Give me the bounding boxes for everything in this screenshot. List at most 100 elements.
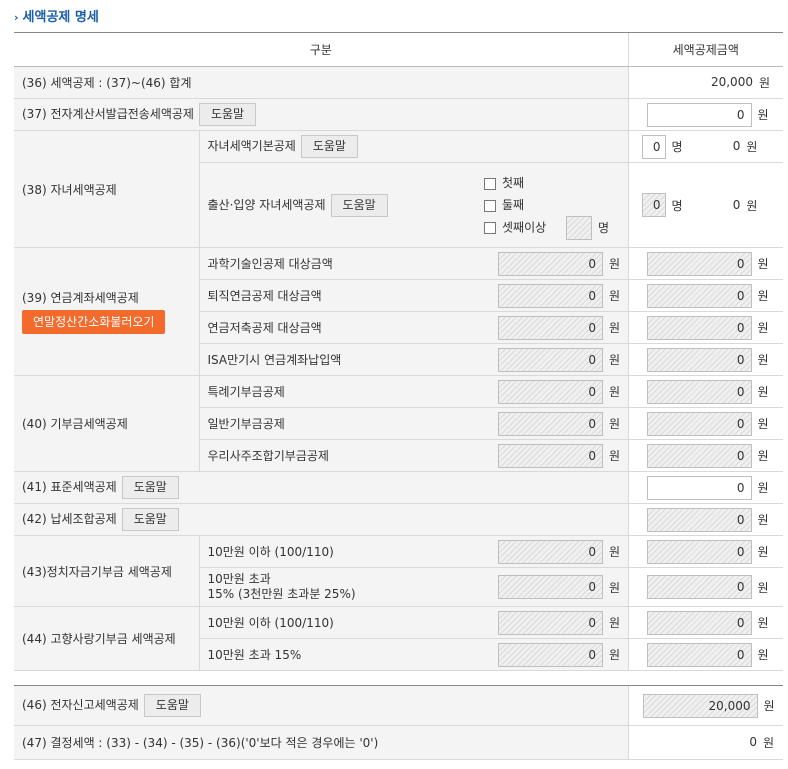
checkbox-third[interactable]: 셋째이상 명 — [484, 216, 620, 240]
row-47-value: 0 — [749, 735, 757, 749]
row-39-item-label: 퇴직연금공제 대상금액 — [198, 279, 474, 312]
row-46: (46) 전자신고세액공제 도움말 20,000 원 — [14, 685, 783, 726]
tax-credit-table: 구분 세액공제금액 (36) 세액공제 : (37)~(46) 합계 20,00… — [14, 32, 784, 671]
header-amount: 세액공제금액 — [627, 32, 784, 67]
section-title: › 세액공제 명세 — [14, 6, 99, 25]
person-unit: 명 — [671, 198, 683, 213]
won-unit: 원 — [757, 289, 769, 303]
help-button-37[interactable]: 도움말 — [198, 103, 257, 126]
load-simplified-data-button[interactable]: 연말정산간소화불러오기 — [22, 310, 166, 334]
row-40-base-input: 0 — [498, 411, 603, 436]
row-41-label: (41) 표준세액공제 — [22, 480, 117, 494]
row-39-item-label: 과학기술인공제 대상금액 — [198, 247, 474, 280]
row-39-value-input: 0 — [646, 347, 752, 372]
row-44-value-input: 0 — [646, 610, 752, 635]
row-43-item-label-line2: 15% (3천만원 초과분 25%) — [207, 587, 356, 601]
won-unit: 원 — [746, 198, 758, 213]
row-42-input: 0 — [646, 507, 752, 532]
won-unit: 원 — [757, 545, 769, 559]
row-38-birth-value: 0 — [732, 197, 741, 212]
won-unit: 원 — [757, 648, 769, 662]
row-40-value-input: 0 — [646, 443, 752, 468]
checkbox-third-label: 셋째이상 — [502, 220, 547, 235]
row-39-base-input: 0 — [498, 251, 603, 276]
won-unit: 원 — [609, 289, 621, 303]
row-40-base-input: 0 — [498, 443, 603, 468]
header-category: 구분 — [14, 32, 629, 67]
won-unit: 원 — [757, 385, 769, 399]
row-40-value-input: 0 — [646, 411, 752, 436]
checkbox-first[interactable]: 첫째 — [484, 172, 620, 194]
row-38-basic-count-input[interactable]: 0 — [641, 134, 666, 159]
row-43-value-input: 0 — [646, 575, 752, 599]
row-44-label: (44) 고향사랑기부금 세액공제 — [14, 606, 199, 671]
row-39-base-input: 0 — [498, 315, 603, 340]
won-unit: 원 — [609, 616, 621, 630]
help-button-38-basic[interactable]: 도움말 — [300, 135, 358, 158]
row-42: (42) 납세조합공제 도움말 0원 — [14, 503, 784, 536]
help-button-41[interactable]: 도움말 — [121, 476, 179, 499]
won-unit: 원 — [609, 545, 621, 559]
won-unit: 원 — [757, 353, 769, 367]
won-unit: 원 — [758, 76, 771, 90]
row-40-label: (40) 기부금세액공제 — [14, 375, 199, 472]
row-38-basic-value: 0 — [732, 139, 741, 153]
person-unit: 명 — [598, 221, 610, 235]
won-unit: 원 — [757, 580, 769, 595]
help-button-46[interactable]: 도움말 — [143, 694, 201, 717]
won-unit: 원 — [757, 481, 769, 495]
row-38-birth-label: 출산·입양 자녀세액공제 — [207, 197, 326, 212]
row-44-item-1: (44) 고향사랑기부금 세액공제 10만원 이하 (100/110) 0원 0… — [14, 606, 784, 671]
row-38-birth-count-input: 0 — [641, 193, 666, 217]
won-unit: 원 — [609, 385, 621, 399]
row-39-item-label: ISA만기시 연금계좌납입액 — [198, 343, 474, 376]
row-39-base-input: 0 — [498, 347, 603, 372]
won-unit: 원 — [757, 257, 769, 271]
checkbox-second[interactable]: 둘째 — [484, 194, 620, 216]
row-47: (47) 결정세액 : (33) - (34) - (35) - (36)('0… — [14, 725, 783, 760]
row-40-item-label: 일반기부금공제 — [198, 407, 474, 440]
row-44-item-label: 10만원 초과 15% — [198, 638, 474, 671]
third-child-count-input — [566, 216, 592, 240]
won-unit: 원 — [757, 417, 769, 431]
won-unit: 원 — [609, 353, 621, 367]
row-40-item-label: 우리사주조합기부금공제 — [198, 439, 474, 472]
row-41: (41) 표준세액공제 도움말 0원 — [14, 471, 784, 504]
row-44-base-input: 0 — [498, 642, 603, 667]
won-unit: 원 — [757, 449, 769, 463]
row-40-base-input: 0 — [498, 379, 603, 404]
row-36-label: (36) 세액공제 : (37)~(46) 합계 — [14, 66, 629, 99]
help-button-42[interactable]: 도움말 — [121, 508, 179, 531]
checkbox-second-box[interactable] — [484, 199, 496, 212]
row-39-label: (39) 연금계좌세액공제 — [22, 291, 139, 305]
checkbox-third-box[interactable] — [484, 222, 496, 234]
row-43-value-input: 0 — [646, 539, 752, 564]
won-unit: 원 — [609, 257, 621, 271]
row-46-label: (46) 전자신고세액공제 — [22, 698, 139, 712]
row-47-label: (47) 결정세액 : (33) - (34) - (35) - (36)('0… — [14, 725, 628, 760]
help-button-38-birth[interactable]: 도움말 — [330, 193, 388, 217]
row-43-base-input: 0 — [498, 539, 603, 564]
checkbox-first-box[interactable] — [484, 177, 496, 190]
row-43-item-1: (43)정치자금기부금 세액공제 10만원 이하 (100/110) 0원 0원 — [14, 535, 784, 607]
row-37-label: (37) 전자계산서발급전송세액공제 — [22, 107, 194, 121]
row-41-input[interactable]: 0 — [646, 475, 752, 500]
person-unit: 명 — [671, 140, 683, 154]
row-40-item-label: 특례기부금공제 — [198, 375, 474, 408]
row-43-base-input: 0 — [498, 575, 603, 599]
row-44-base-input: 0 — [498, 610, 603, 635]
won-unit: 원 — [609, 648, 621, 662]
row-39-value-input: 0 — [646, 283, 752, 308]
row-37: (37) 전자계산서발급전송세액공제 도움말 0원 — [14, 98, 784, 131]
row-36-value: 20,000 — [710, 75, 753, 89]
final-tax-table: (46) 전자신고세액공제 도움말 20,000 원 (47) 결정세액 : (33… — [14, 685, 783, 760]
row-46-input: 20,000 — [642, 693, 758, 718]
row-36: (36) 세액공제 : (37)~(46) 합계 20,000 원 — [14, 66, 784, 99]
row-39-value-input: 0 — [646, 315, 752, 340]
row-37-input[interactable]: 0 — [646, 102, 752, 127]
row-44-value-input: 0 — [646, 642, 752, 667]
table-header-row: 구분 세액공제금액 — [14, 32, 784, 67]
won-unit: 원 — [609, 417, 621, 431]
won-unit: 원 — [757, 108, 769, 122]
row-43-item-label-line1: 10만원 초과 — [207, 572, 271, 586]
